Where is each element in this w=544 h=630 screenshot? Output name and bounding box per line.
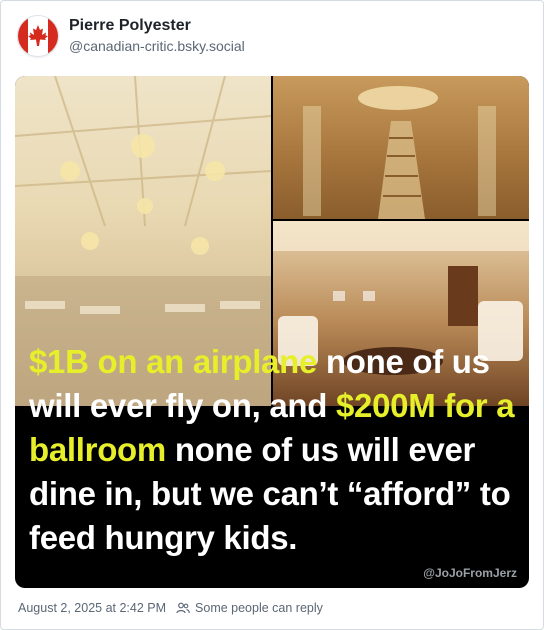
canadian-flag-icon [18, 16, 58, 56]
people-icon [176, 602, 190, 614]
image-watermark: @JoJoFromJerz [423, 566, 517, 580]
caption-part: $1B on an airplane [29, 343, 318, 380]
post-image[interactable]: $1B on an airplane none of us will ever … [15, 76, 529, 588]
post-timestamp[interactable]: August 2, 2025 at 2:42 PM [18, 601, 166, 615]
airplane-staircase-photo [273, 76, 529, 219]
post-card: Pierre Polyester @canadian-critic.bsky.s… [0, 0, 544, 630]
author-handle[interactable]: @canadian-critic.bsky.social [69, 38, 245, 54]
avatar[interactable] [17, 15, 59, 57]
reply-setting[interactable]: Some people can reply [176, 601, 323, 615]
reply-setting-label: Some people can reply [195, 601, 323, 615]
author-display-name[interactable]: Pierre Polyester [69, 17, 191, 35]
post-footer: August 2, 2025 at 2:42 PM Some people ca… [18, 599, 323, 617]
image-caption: $1B on an airplane none of us will ever … [29, 340, 519, 560]
